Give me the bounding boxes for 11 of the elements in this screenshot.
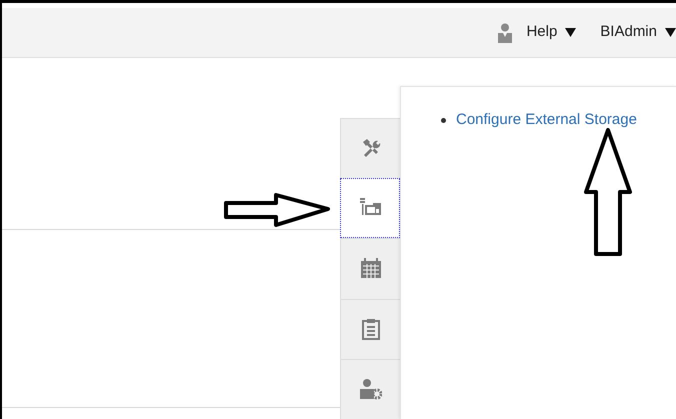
caret-icon [565,28,576,37]
clipboard-icon [360,318,382,340]
menu-button[interactable]: BIAdmin [600,21,676,44]
user-icon [498,22,512,42]
caret-icon [665,28,676,37]
user-gear-icon [360,378,382,400]
side-tab[interactable] [340,178,400,238]
configure-link[interactable]: Configure External Storage [456,109,637,132]
menu-button[interactable]: Help [526,21,576,44]
bullet-icon [441,118,446,123]
calendar-icon [360,258,382,280]
